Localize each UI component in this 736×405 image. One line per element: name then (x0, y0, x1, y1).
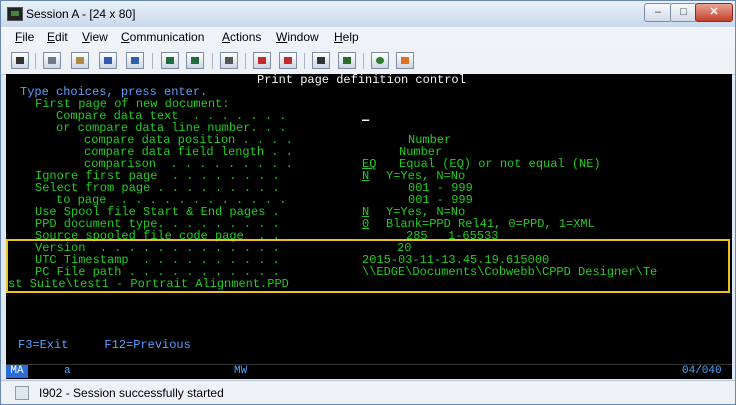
operator-info-area: MA a MW 04/040 (6, 364, 732, 379)
close-button[interactable]: ✕ (695, 3, 733, 22)
oia-mode: MW (234, 365, 248, 377)
terminal-screen[interactable]: Print page definition control Type choic… (6, 74, 732, 364)
compare-text-field[interactable]: _ (362, 110, 632, 122)
compare-pos-field[interactable] (362, 134, 390, 146)
oia-cursor-position: 04/040 (682, 365, 722, 377)
macro-play-icon[interactable] (279, 52, 297, 69)
macro-run-icon[interactable] (338, 52, 356, 69)
toolbar-separator (363, 53, 364, 69)
title-bar[interactable]: Session A - [24 x 80] – □ ✕ (1, 1, 735, 27)
toolbar (1, 47, 735, 75)
window-title: Session A - [24 x 80] (26, 7, 136, 21)
globe-icon[interactable] (371, 52, 389, 69)
menu-communication[interactable]: Communication (121, 30, 204, 44)
pc-file-path-value-line2: st Suite\test1 - Portrait Alignment.PPD (8, 277, 289, 291)
codepage-hint: 1-65533 (448, 229, 499, 243)
ppd-type-field[interactable]: 0 (362, 218, 369, 230)
macro-step-icon[interactable] (312, 52, 330, 69)
menu-file[interactable]: File (15, 30, 34, 44)
menu-actions[interactable]: Actions (222, 30, 261, 44)
menu-help[interactable]: Help (334, 30, 359, 44)
tag-icon[interactable] (396, 52, 414, 69)
macro-record-icon[interactable] (220, 52, 238, 69)
emulator-window: Session A - [24 x 80] – □ ✕ File Edit Vi… (0, 0, 736, 405)
paste-icon[interactable] (71, 52, 89, 69)
maximize-button[interactable]: □ (670, 3, 697, 22)
session-status-icon (15, 386, 29, 400)
minimize-button[interactable]: – (644, 3, 672, 22)
menu-bar: File Edit View Communication Actions Win… (1, 27, 735, 47)
app-terminal-icon (7, 7, 23, 21)
compare-line-field[interactable] (362, 122, 382, 134)
menu-view[interactable]: View (82, 30, 108, 44)
toolbar-separator (304, 53, 305, 69)
toolbar-separator (35, 53, 36, 69)
status-message: I902 - Session successfully started (39, 386, 224, 400)
toolbar-separator (245, 53, 246, 69)
macro-stop-icon[interactable] (253, 52, 271, 69)
toolbar-separator (152, 53, 153, 69)
send-icon[interactable] (99, 52, 117, 69)
ignore-first-page-field[interactable]: N (362, 170, 369, 182)
status-bar: I902 - Session successfully started (1, 380, 735, 404)
display-icon[interactable] (161, 52, 179, 69)
toolbar-separator (212, 53, 213, 69)
oia-indicator: MA (6, 365, 28, 378)
pc-file-path-value-line1: \\EDGE\Documents\Cobwebb\CPPD Designer\T… (362, 265, 658, 279)
keyboard-icon[interactable] (186, 52, 204, 69)
copy-icon[interactable] (43, 52, 61, 69)
select-from-page-field[interactable] (362, 182, 390, 194)
screen-title: Print page definition control (257, 74, 466, 87)
menu-window[interactable]: Window (276, 30, 319, 44)
receive-icon[interactable] (126, 52, 144, 69)
function-keys: F3=Exit F12=Previous (18, 338, 191, 352)
oia-session: a (64, 365, 71, 377)
print-screen-icon[interactable] (11, 52, 29, 69)
menu-edit[interactable]: Edit (47, 30, 68, 44)
